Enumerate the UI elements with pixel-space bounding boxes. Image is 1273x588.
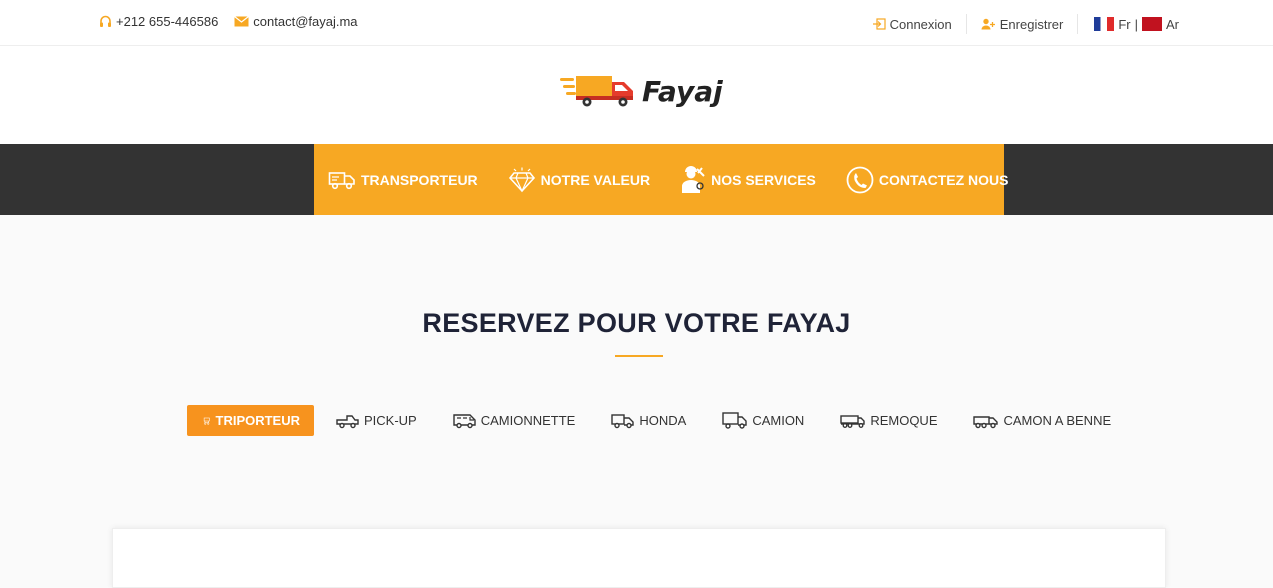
pickup-icon [336,414,359,428]
tab-label: CAMIONNETTE [480,413,576,428]
tab-camon-a-benne[interactable]: CAMON A BENNE [959,405,1125,436]
register-link[interactable]: Enregistrer [967,14,1079,34]
tab-triporteur[interactable]: TRIPORTEUR [187,405,314,436]
tab-label: CAMON A BENNE [1003,413,1112,428]
nav-item-nos-services[interactable]: NOS SERVICES [680,165,816,194]
tab-label: CAMION [752,413,805,428]
tricycle-icon [203,417,210,425]
nav-item-contactez-nous[interactable]: CONTACTEZ NOUS [846,165,1009,195]
van-icon [453,413,476,428]
delivery-truck-logo-icon [560,76,633,107]
envelope-icon [234,16,250,27]
nav-label: CONTACTEZ NOUS [878,171,1009,188]
lang-separator: | [1134,16,1138,32]
login-link[interactable]: Connexion [858,14,967,34]
login-icon [872,18,886,30]
user-plus-icon [981,18,995,30]
lang-ar-label[interactable]: Ar [1166,17,1179,32]
email-address: contact@fayaj.ma [253,14,358,29]
tab-remoque[interactable]: REMOQUE [826,405,951,436]
top-bar: +212 655-446586 contact@fayaj.ma Connexi… [0,0,1273,46]
tab-honda[interactable]: HONDA [597,405,700,436]
nav-item-notre-valeur[interactable]: NOTRE VALEUR [508,167,650,193]
morocco-flag-icon[interactable] [1142,17,1162,31]
tab-camionnette[interactable]: CAMIONNETTE [439,405,590,436]
tab-label: TRIPORTEUR [215,413,301,428]
phone-contact[interactable]: +212 655-446586 [99,14,218,29]
nav-item-transporteur[interactable]: TRANSPORTEUR [328,168,478,192]
page-title: RESERVEZ POUR VOTRE FAYAJ [422,308,851,338]
main-nav: TRANSPORTEUR NOTRE VALEUR NOS SERVICES C… [0,144,1273,215]
nav-label: TRANSPORTEUR [361,171,478,188]
nav-label: NOTRE VALEUR [540,171,651,188]
phone-number: +212 655-446586 [116,14,219,29]
title-underline [615,355,663,357]
logo-text: Fayaj [642,74,723,108]
worker-icon [682,165,705,193]
truck-icon [722,412,748,429]
nav-menu: TRANSPORTEUR NOTRE VALEUR NOS SERVICES C… [314,144,1009,215]
phone-icon [846,166,874,193]
logo[interactable]: Fayaj [560,74,723,108]
tab-label: REMOQUE [870,413,938,428]
tab-camion[interactable]: CAMION [708,405,818,436]
tab-pick-up[interactable]: PICK-UP [322,405,431,436]
nav-label: NOS SERVICES [711,171,816,188]
account-links: Connexion Enregistrer Fr | Ar [858,14,1179,34]
dump-truck-icon [973,415,999,428]
register-label: Enregistrer [999,16,1064,32]
headset-icon [100,15,111,27]
diamond-icon [508,167,535,192]
trailer-icon [840,414,866,428]
header: Fayaj [0,46,1273,144]
language-switch: Fr | Ar [1078,17,1179,32]
contact-info: +212 655-446586 contact@fayaj.ma [99,14,374,29]
truck-icon [328,171,355,189]
email-contact[interactable]: contact@fayaj.ma [234,14,358,29]
login-label: Connexion [889,16,952,32]
booking-card [112,528,1166,588]
france-flag-icon[interactable] [1094,17,1115,31]
tab-label: PICK-UP [364,413,417,428]
vehicle-tabs: TRIPORTEUR PICK-UP CAMIONNETTE HONDA CAM… [187,405,1133,436]
lang-fr-label[interactable]: Fr [1118,17,1130,32]
tab-label: HONDA [639,413,687,428]
small-truck-icon [611,413,635,428]
